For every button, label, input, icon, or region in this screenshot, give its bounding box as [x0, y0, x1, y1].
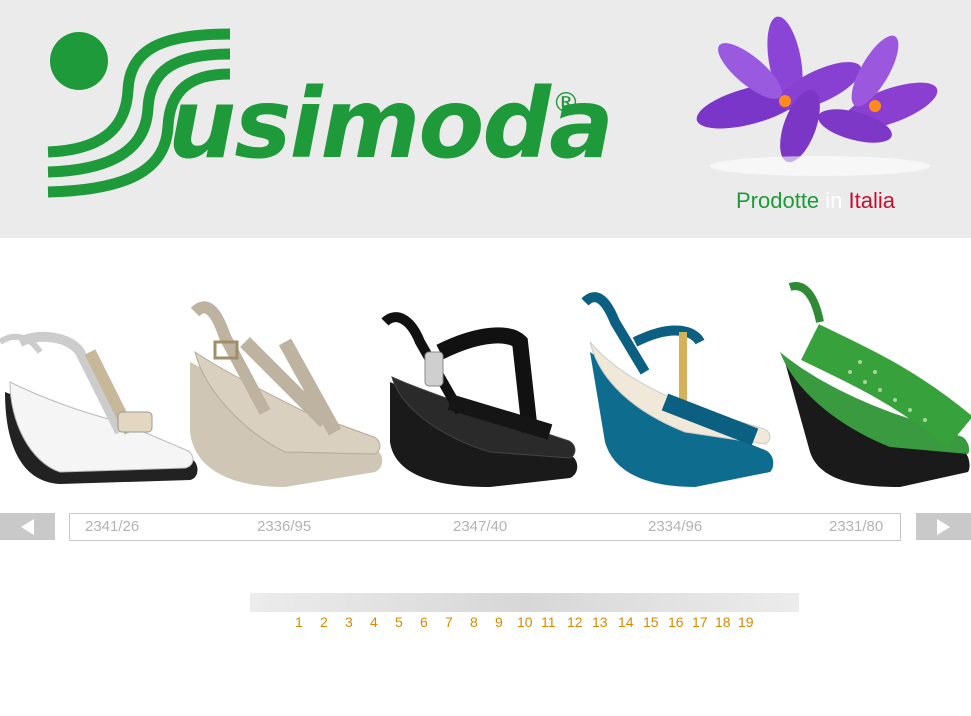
- page-link[interactable]: 18: [715, 614, 731, 630]
- page-link[interactable]: 15: [643, 614, 659, 630]
- arrow-left-icon: [21, 518, 34, 535]
- page-link[interactable]: 8: [470, 614, 478, 630]
- next-button[interactable]: [916, 513, 971, 540]
- product-image-2347-40[interactable]: [380, 282, 580, 492]
- page-link[interactable]: 16: [668, 614, 684, 630]
- header: usimoda ® Prodotte in Italia: [0, 0, 971, 238]
- prev-button[interactable]: [0, 513, 55, 540]
- product-code[interactable]: 2336/95: [257, 518, 311, 535]
- made-in-italy: Prodotte in Italia: [736, 188, 895, 214]
- page-link[interactable]: 9: [495, 614, 503, 630]
- arrow-right-icon: [937, 518, 950, 535]
- page-link[interactable]: 3: [345, 614, 353, 630]
- made-in-word-3: Italia: [848, 188, 896, 213]
- page-link[interactable]: 1: [295, 614, 303, 630]
- susimoda-logo[interactable]: usimoda ®: [40, 20, 614, 210]
- page-link[interactable]: 10: [517, 614, 533, 630]
- page-link[interactable]: 19: [738, 614, 754, 630]
- brand-name: usimoda: [168, 68, 614, 180]
- page-link[interactable]: 4: [370, 614, 378, 630]
- crocus-flower-icon: [696, 16, 938, 176]
- product-image-2331-80[interactable]: [770, 282, 971, 492]
- product-code[interactable]: 2347/40: [453, 518, 507, 535]
- page-link[interactable]: 2: [320, 614, 328, 630]
- product-code[interactable]: 2341/26: [85, 518, 139, 535]
- pagination-bar: [250, 593, 799, 612]
- page-link[interactable]: 11: [541, 614, 556, 630]
- page-link[interactable]: 13: [592, 614, 608, 630]
- page-link[interactable]: 5: [395, 614, 403, 630]
- product-image-2334-96[interactable]: [575, 282, 775, 492]
- made-in-word-2: in: [825, 188, 843, 213]
- page-link[interactable]: 17: [692, 614, 708, 630]
- product-code[interactable]: 2331/80: [829, 518, 883, 535]
- made-in-word-1: Prodotte: [736, 188, 820, 213]
- page-link[interactable]: 14: [618, 614, 634, 630]
- page-link[interactable]: 6: [420, 614, 428, 630]
- product-codes-strip: 2341/26 2336/95 2347/40 2334/96 2331/80: [69, 513, 901, 541]
- page-link[interactable]: 7: [445, 614, 453, 630]
- logo-dot: [50, 32, 108, 90]
- product-image-2336-95[interactable]: [185, 282, 385, 492]
- product-code[interactable]: 2334/96: [648, 518, 702, 535]
- product-image-2341-26[interactable]: [0, 282, 200, 492]
- registered-mark: ®: [552, 86, 580, 119]
- page-link[interactable]: 12: [567, 614, 583, 630]
